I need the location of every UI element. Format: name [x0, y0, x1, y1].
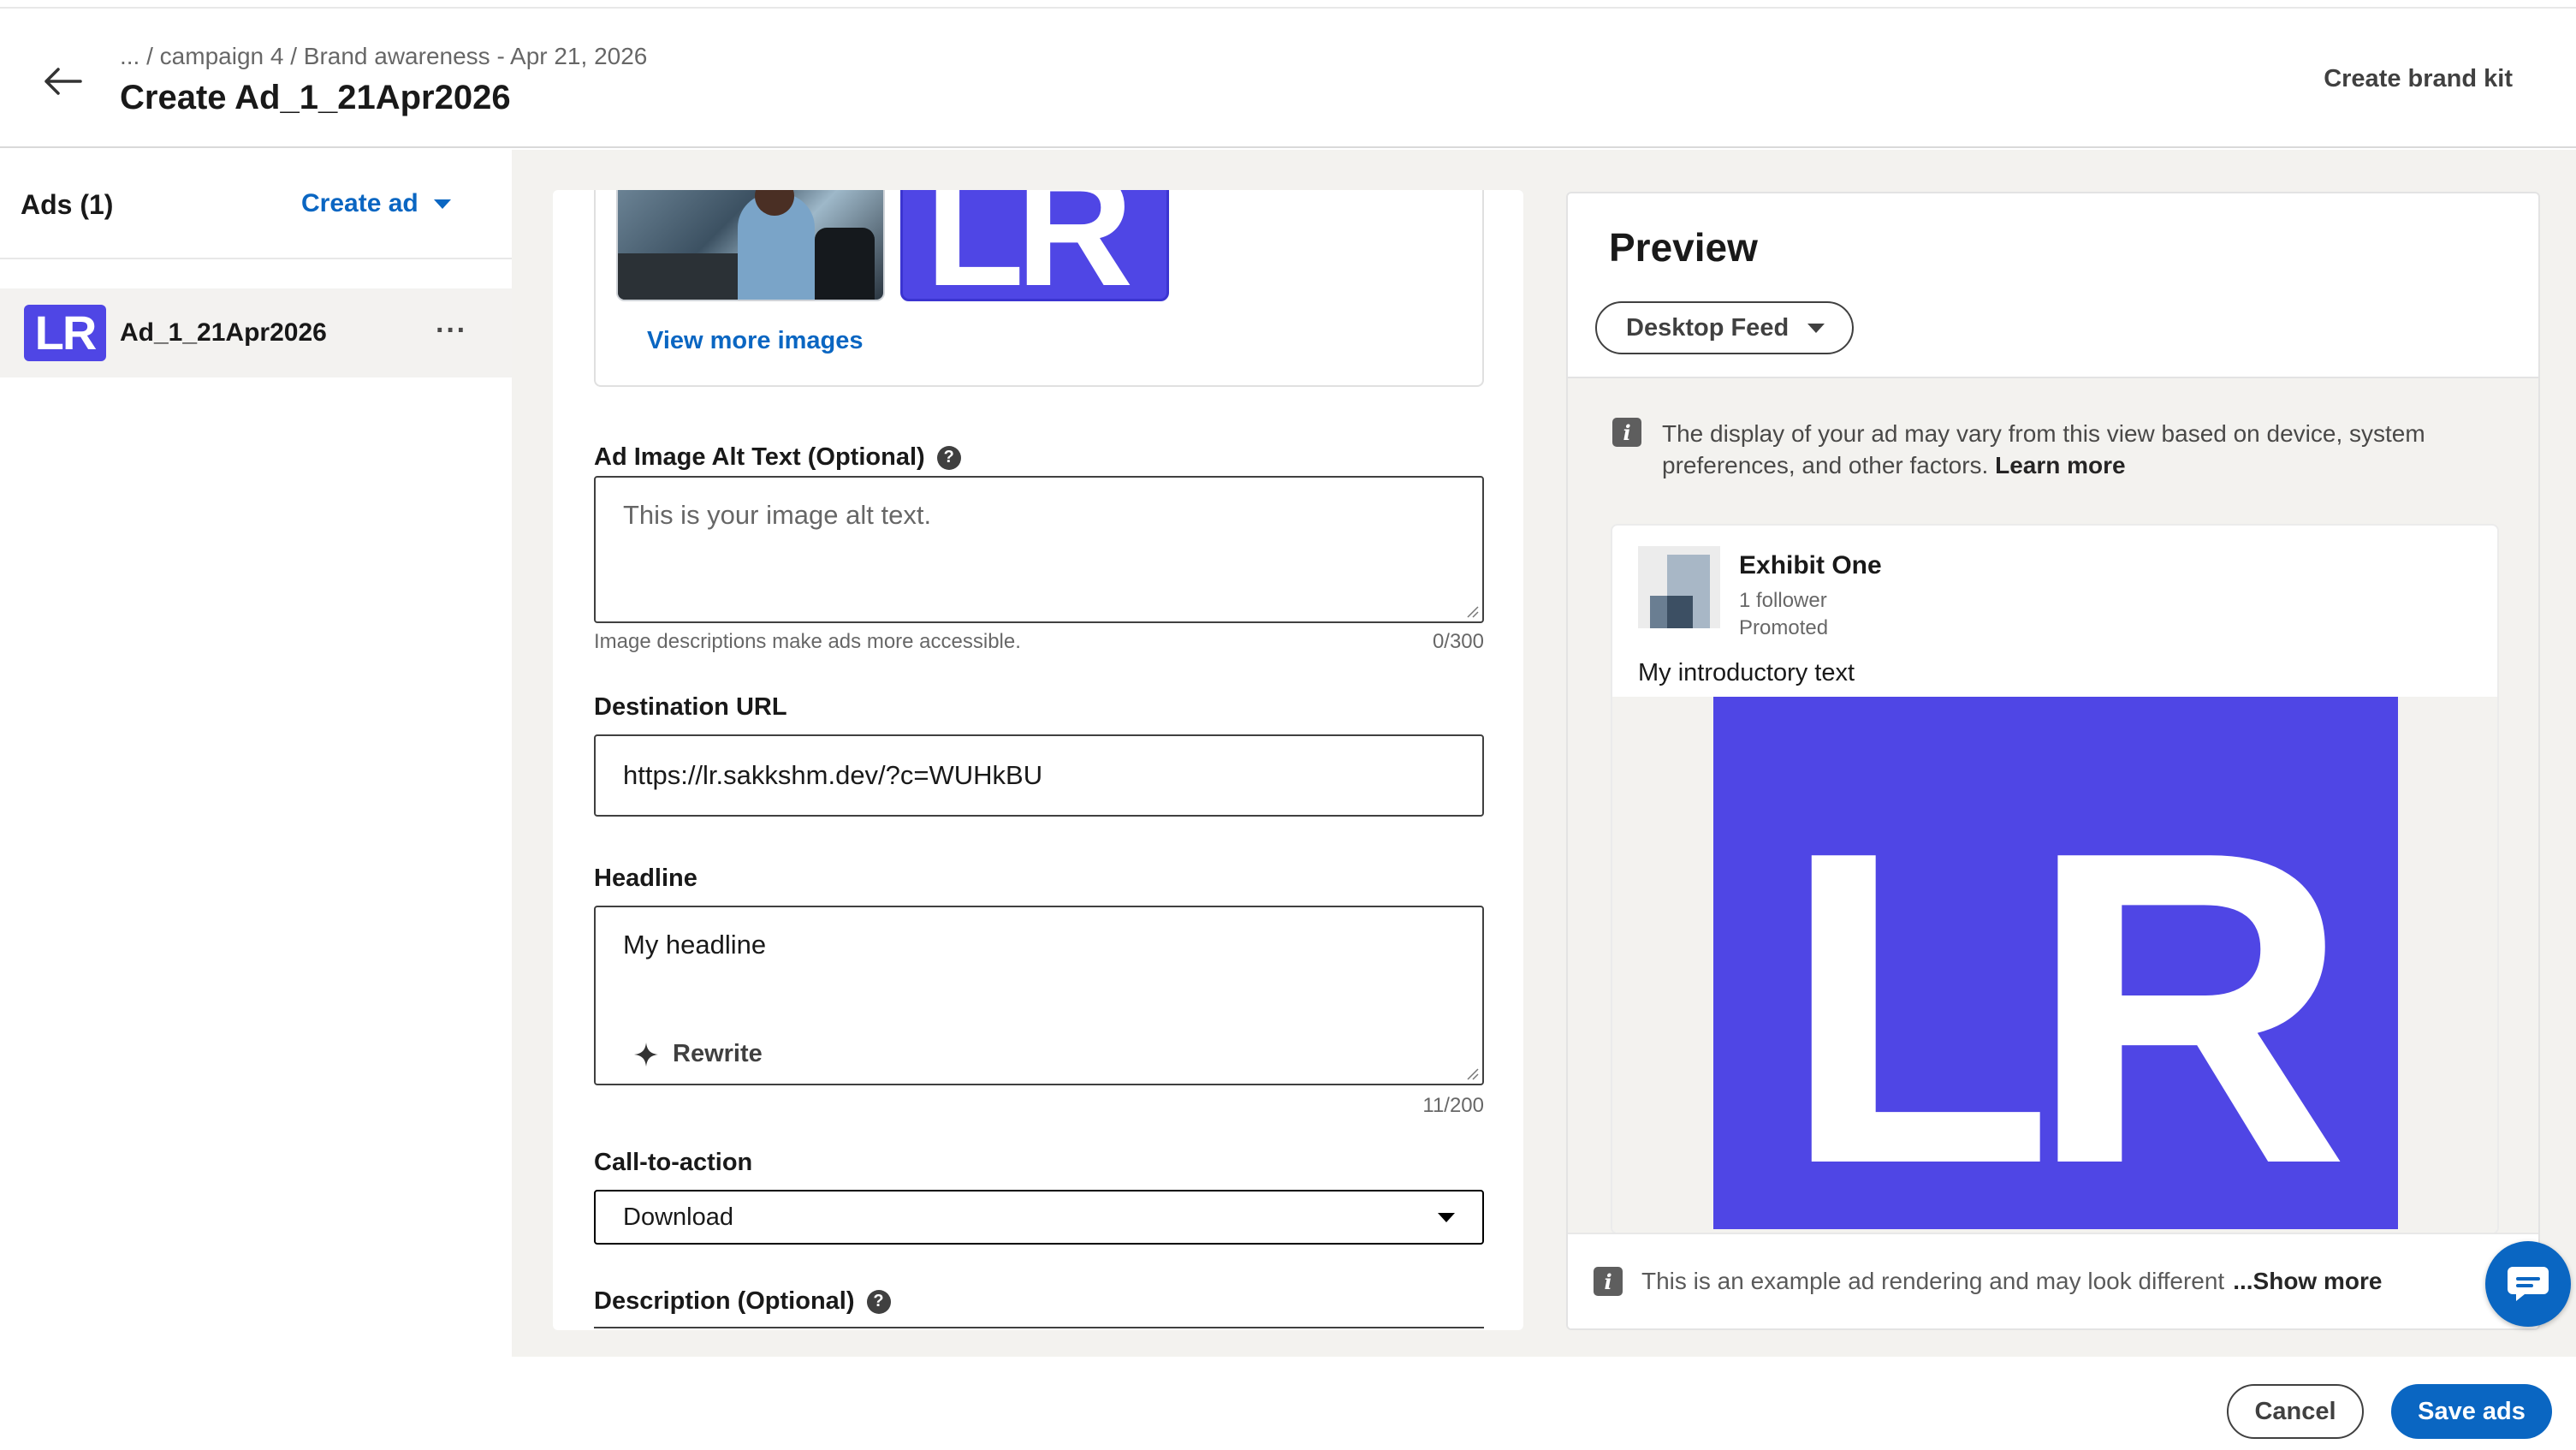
preview-footer: i This is an example ad rendering and ma… — [1568, 1233, 2538, 1328]
caret-down-icon — [1438, 1212, 1455, 1222]
sparkle-icon — [634, 1042, 658, 1067]
ad-image-logo-text: LR — [1782, 759, 2349, 1230]
caret-down-icon — [433, 199, 451, 209]
image-option-photo[interactable] — [616, 190, 885, 301]
description-label: Description (Optional) ? — [594, 1287, 891, 1316]
alt-text-counter: 0/300 — [1432, 630, 1484, 653]
create-ad-label: Create ad — [301, 189, 418, 217]
page-header: ... / campaign 4 / Brand awareness - Apr… — [0, 9, 2576, 148]
more-horizontal-icon[interactable]: ··· — [436, 314, 467, 348]
headline-input[interactable]: My headline Rewrite — [594, 906, 1484, 1085]
breadcrumb[interactable]: ... / campaign 4 / Brand awareness - Apr… — [120, 43, 647, 70]
chat-icon — [2508, 1267, 2549, 1301]
promoted-label: Promoted — [1739, 616, 1829, 639]
photo-chair — [815, 228, 875, 300]
caret-down-icon — [1807, 323, 1825, 333]
destination-url-input[interactable]: https://lr.sakkshm.dev/?c=WUHkBU — [594, 734, 1484, 817]
preview-title: Preview — [1609, 225, 1758, 270]
feed-type-value: Desktop Feed — [1626, 313, 1790, 342]
follower-count: 1 follower — [1739, 589, 1827, 612]
destination-url-label: Destination URL — [594, 693, 787, 721]
ads-list-header: Ads (1) Create ad — [0, 150, 512, 259]
ad-list-item[interactable]: LR Ad_1_21Apr2026 ··· — [0, 288, 512, 377]
save-ads-button[interactable]: Save ads — [2391, 1384, 2552, 1439]
logo-shape — [1667, 596, 1693, 628]
feed-type-select[interactable]: Desktop Feed — [1595, 301, 1854, 354]
help-icon[interactable]: ? — [866, 1289, 891, 1314]
logo-text: LR — [925, 190, 1133, 301]
resize-handle-icon[interactable] — [1465, 1067, 1479, 1080]
alt-text-input[interactable]: This is your image alt text. — [594, 476, 1484, 623]
image-option-logo[interactable]: LR — [900, 190, 1169, 301]
resize-handle-icon[interactable] — [1465, 604, 1479, 618]
show-more-link[interactable]: ...Show more — [2233, 1268, 2382, 1295]
learn-more-link[interactable]: Learn more — [1995, 452, 2126, 478]
chat-button[interactable] — [2485, 1241, 2571, 1327]
ad-name: Ad_1_21Apr2026 — [120, 318, 327, 347]
headline-counter: 11/200 — [1422, 1094, 1484, 1117]
image-selector-card: LR View more images — [594, 190, 1484, 387]
preview-footer-note: i This is an example ad rendering and ma… — [1594, 1267, 2382, 1296]
alt-text-label-text: Ad Image Alt Text (Optional) — [594, 443, 925, 471]
preview-notice-text: The display of your ad may vary from thi… — [1662, 418, 2468, 481]
cancel-button[interactable]: Cancel — [2227, 1384, 2364, 1439]
page-title: Create Ad_1_21Apr2026 — [120, 79, 511, 116]
photo-desk — [618, 253, 738, 300]
cta-select[interactable]: Download — [594, 1190, 1484, 1245]
preview-body[interactable]: i The display of your ad may vary from t… — [1568, 377, 2538, 1234]
description-label-text: Description (Optional) — [594, 1287, 855, 1315]
create-brand-kit-button[interactable]: Create brand kit — [2324, 65, 2513, 93]
create-ad-button[interactable]: Create ad — [301, 189, 451, 218]
ad-form-panel[interactable]: LR View more images Ad Image Alt Text (O… — [553, 190, 1523, 1330]
company-name[interactable]: Exhibit One — [1739, 551, 1882, 580]
top-divider — [0, 0, 2576, 9]
back-button[interactable] — [38, 56, 87, 106]
alt-text-label: Ad Image Alt Text (Optional) ? — [594, 443, 961, 472]
back-arrow-icon — [45, 68, 82, 95]
headline-value: My headline — [623, 930, 767, 960]
ad-thumbnail: LR — [24, 305, 106, 361]
ad-preview-card: Exhibit One 1 follower Promoted My intro… — [1611, 524, 2499, 1234]
cta-label: Call-to-action — [594, 1149, 753, 1176]
company-logo — [1638, 546, 1720, 628]
info-icon: i — [1594, 1267, 1623, 1296]
help-icon[interactable]: ? — [936, 445, 961, 470]
cta-value: Download — [623, 1203, 733, 1231]
rewrite-button[interactable]: Rewrite — [633, 1040, 763, 1068]
preview-notice: i The display of your ad may vary from t… — [1612, 418, 2468, 481]
ads-sidebar: Ads (1) Create ad LR Ad_1_21Apr2026 ··· — [0, 150, 512, 1357]
bottom-action-bar: Cancel Save ads — [0, 1357, 2576, 1450]
view-more-images-link[interactable]: View more images — [647, 327, 864, 355]
description-input-edge[interactable] — [594, 1327, 1484, 1330]
alt-text-placeholder: This is your image alt text. — [623, 500, 932, 530]
rewrite-label: Rewrite — [673, 1040, 763, 1067]
headline-label: Headline — [594, 865, 697, 892]
intro-text: My introductory text — [1638, 659, 1855, 686]
footer-note-text: This is an example ad rendering and may … — [1641, 1268, 2225, 1294]
alt-text-helper: Image descriptions make ads more accessi… — [594, 630, 1021, 653]
info-icon: i — [1612, 418, 1641, 447]
ads-count-label: Ads (1) — [21, 189, 114, 220]
ad-image: LR — [1713, 697, 2398, 1229]
preview-panel: Preview Desktop Feed i The display of yo… — [1566, 192, 2540, 1330]
